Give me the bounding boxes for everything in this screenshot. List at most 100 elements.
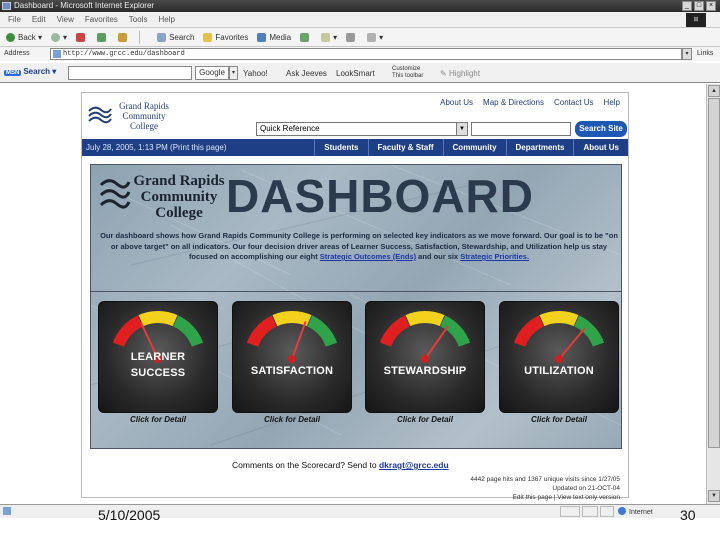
gauge-label-line2: STEWARDSHIP: [383, 365, 467, 377]
toolbar-search-input[interactable]: [68, 66, 192, 80]
security-zone: Internet: [618, 507, 653, 516]
highlight-button[interactable]: ✎ Highlight: [440, 69, 480, 78]
stop-icon: [76, 32, 86, 42]
link-help[interactable]: Help: [604, 98, 620, 107]
click-for-detail-link[interactable]: Click for Detail: [365, 415, 485, 424]
grcc-logo[interactable]: Grand Rapids Community College: [88, 99, 170, 135]
edit-button[interactable]: ▾: [367, 32, 383, 42]
quick-reference-select[interactable]: Quick Reference ▼: [256, 122, 468, 136]
media-label: Media: [269, 32, 292, 42]
nav-about-us[interactable]: About Us: [573, 139, 628, 156]
gauge-satisfaction[interactable]: SATISFACTION Click for Detail: [232, 301, 352, 425]
google-search-button[interactable]: Google: [195, 66, 229, 80]
site-search-input[interactable]: [471, 122, 571, 136]
menu-tools[interactable]: Tools: [129, 15, 148, 24]
search-button[interactable]: Search: [157, 32, 194, 42]
click-for-detail-link[interactable]: Click for Detail: [232, 415, 352, 424]
link-about-us[interactable]: About Us: [440, 98, 473, 107]
dashboard-logo-text: Grand Rapids Community College: [133, 173, 225, 221]
globe-icon: [618, 507, 626, 515]
google-dropdown-button[interactable]: ▾: [229, 66, 238, 80]
slide-number: 30: [680, 507, 696, 523]
gauge-needle: [424, 325, 449, 360]
mail-button[interactable]: ▾: [321, 32, 337, 42]
address-input[interactable]: http://www.grcc.edu/dashboard: [50, 48, 682, 60]
nav-faculty-staff[interactable]: Faculty & Staff: [367, 139, 443, 156]
click-for-detail-link[interactable]: Click for Detail: [499, 415, 619, 424]
favorites-star-icon: [203, 32, 213, 42]
grcc-waves-icon: [88, 106, 112, 124]
gauge-stewardship[interactable]: STEWARDSHIP Click for Detail: [365, 301, 485, 425]
yahoo-button[interactable]: Yahoo!: [243, 69, 268, 78]
forward-button[interactable]: ▾: [51, 32, 67, 42]
favorites-button[interactable]: Favorites: [203, 32, 249, 42]
menu-favorites[interactable]: Favorites: [85, 15, 118, 24]
address-dropdown-button[interactable]: ▾: [682, 48, 692, 60]
back-arrow-icon: [6, 32, 15, 42]
gauge-success[interactable]: LEARNER SUCCESS Click for Detail: [98, 301, 218, 425]
close-button[interactable]: ×: [706, 1, 716, 11]
gauge-label-line2: SATISFACTION: [250, 365, 334, 377]
maximize-button[interactable]: □: [694, 1, 704, 11]
slide-date: 5/10/2005: [98, 507, 161, 523]
scroll-down-arrow-icon[interactable]: ▼: [708, 490, 720, 502]
forward-arrow-icon: [51, 32, 61, 42]
intro-tail: and our six: [418, 252, 459, 261]
window-title: Dashboard - Microsoft Internet Explorer: [14, 1, 155, 10]
vertical-scrollbar[interactable]: ▲ ▼: [706, 84, 720, 504]
link-map-directions[interactable]: Map & Directions: [483, 98, 544, 107]
click-for-detail-link[interactable]: Click for Detail: [98, 415, 218, 424]
highlight-icon: ✎: [440, 69, 447, 78]
search-icon: [157, 32, 167, 42]
customize-toolbar-button[interactable]: Customize This toolbar: [392, 66, 423, 80]
scroll-up-arrow-icon[interactable]: ▲: [708, 85, 720, 97]
nav-tabs: Students Faculty & Staff Community Depar…: [314, 139, 628, 156]
msn-search-label: Search: [23, 67, 51, 76]
dashboard-panel: Grand Rapids Community College DASHBOARD…: [90, 164, 622, 449]
menu-help[interactable]: Help: [158, 15, 174, 24]
chevron-down-icon: ▼: [456, 123, 467, 135]
media-button[interactable]: Media: [257, 32, 292, 42]
search-site-button[interactable]: Search Site: [575, 121, 627, 137]
status-cell: [560, 506, 580, 517]
media-icon: [257, 32, 267, 42]
footer-hits: 4442 page hits and 1367 unique visits si…: [470, 476, 620, 483]
page-icon: [53, 50, 61, 58]
footer-edit-links[interactable]: Edit this page | View text only version: [470, 493, 620, 502]
back-button[interactable]: Back ▾: [6, 32, 42, 42]
slide: Dashboard - Microsoft Internet Explorer …: [0, 0, 720, 540]
menu-view[interactable]: View: [57, 15, 74, 24]
strategic-priorities-link[interactable]: Strategic Priorities.: [460, 252, 529, 261]
date-print-text: July 28, 2005, 1:13 PM (Print this page): [86, 143, 227, 152]
nav-community[interactable]: Community: [442, 139, 506, 156]
refresh-button[interactable]: [97, 32, 109, 42]
strategic-outcomes-link[interactable]: Strategic Outcomes (Ends): [320, 252, 416, 261]
print-button[interactable]: [346, 32, 358, 42]
menu-file[interactable]: File: [8, 15, 21, 24]
dashboard-title: DASHBOARD: [226, 170, 534, 222]
gauge-needle: [558, 327, 586, 360]
customize-line2: This toolbar: [392, 73, 424, 79]
gauge-hub: [421, 355, 429, 363]
nav-students[interactable]: Students: [314, 139, 367, 156]
menu-edit[interactable]: Edit: [32, 15, 46, 24]
gauge-utilization[interactable]: UTILIZATION Click for Detail: [499, 301, 619, 425]
looksmart-button[interactable]: LookSmart: [336, 69, 375, 78]
favorites-label: Favorites: [215, 32, 249, 42]
home-button[interactable]: [118, 32, 130, 42]
site-nav-bar: July 28, 2005, 1:13 PM (Print this page)…: [82, 139, 628, 156]
history-button[interactable]: [300, 32, 312, 42]
comments-email-link[interactable]: dkragt@grcc.edu: [379, 460, 449, 470]
msn-search-button[interactable]: MSN Search ▾: [4, 67, 56, 76]
stop-button[interactable]: [76, 32, 88, 42]
msn-badge: MSN: [4, 70, 22, 76]
nav-departments[interactable]: Departments: [505, 139, 574, 156]
minimize-button[interactable]: _: [682, 1, 692, 11]
ask-jeeves-button[interactable]: Ask Jeeves: [286, 69, 327, 78]
link-contact-us[interactable]: Contact Us: [554, 98, 594, 107]
links-button[interactable]: Links: [697, 50, 713, 57]
edit-icon: [367, 32, 377, 42]
windows-logo-icon: ⊞: [686, 13, 706, 27]
ie-app-icon: [2, 2, 11, 10]
scroll-thumb[interactable]: [708, 98, 720, 448]
